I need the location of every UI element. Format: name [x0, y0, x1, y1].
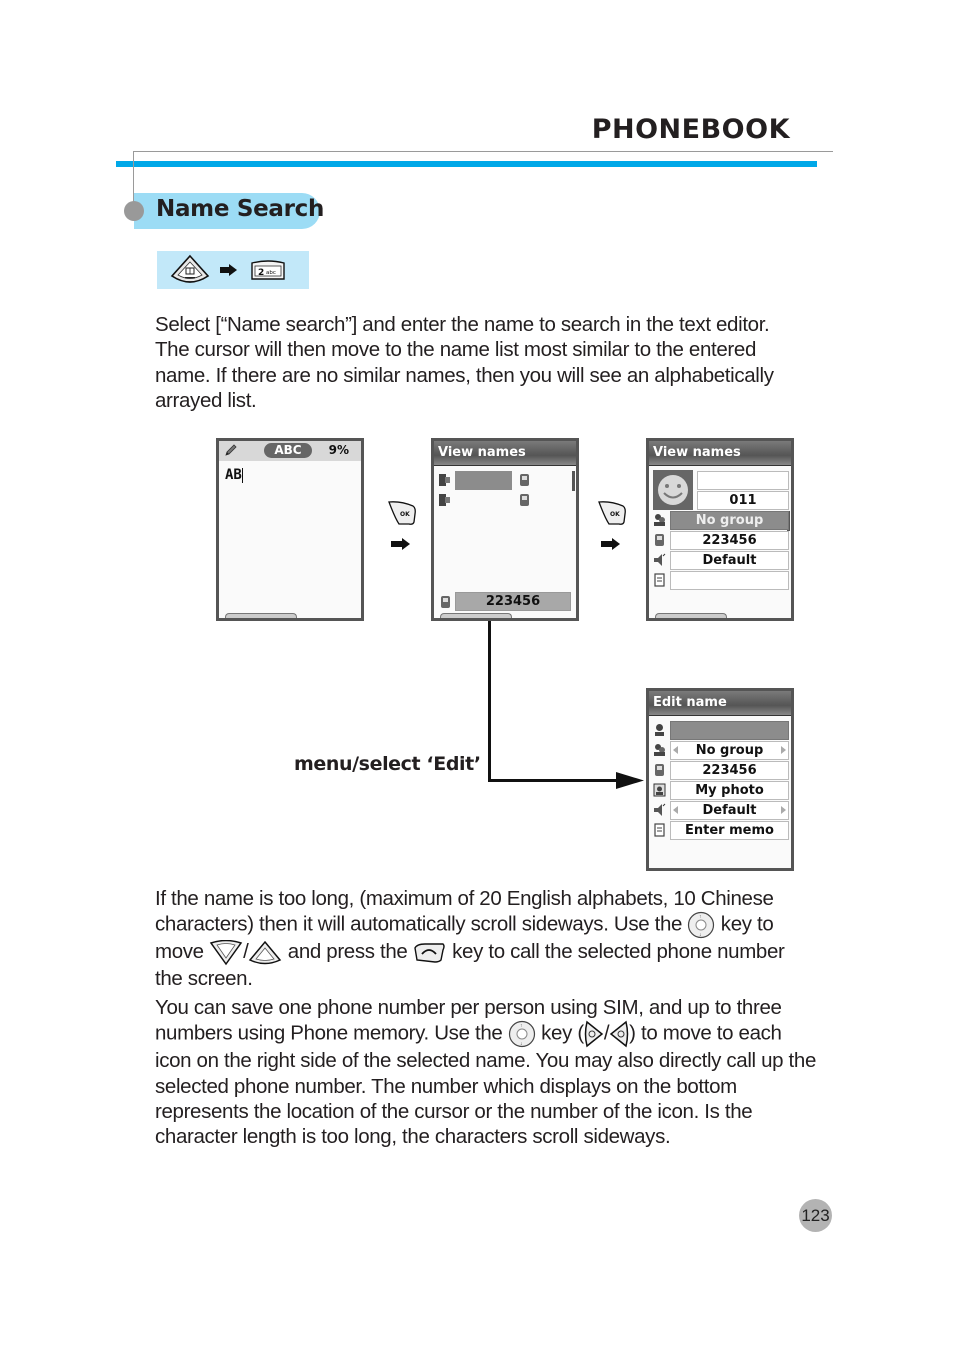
mobile-phone-icon: [520, 474, 529, 486]
text-cursor: [241, 467, 243, 483]
svg-text:↑: ↑: [699, 914, 701, 920]
screen-title: View names: [649, 441, 791, 466]
down-key-icon: [249, 940, 282, 965]
name-input[interactable]: [670, 721, 789, 740]
right-arrow-icon[interactable]: [781, 806, 786, 814]
editor-input[interactable]: AB: [225, 467, 243, 483]
right-key-icon: [584, 1020, 604, 1048]
key-sequence: 2 abc: [157, 251, 309, 289]
header-thin-rule: [133, 151, 833, 152]
navigation-key-icon: ↑↓: [508, 1021, 535, 1048]
phone-number-input[interactable]: 223456: [670, 761, 789, 780]
input-mode-badge: ABC: [264, 443, 312, 458]
intro-paragraph: Select [“Name search”] and enter the nam…: [155, 313, 774, 412]
page-title: PHONEBOOK: [591, 114, 790, 145]
svg-text:OK: OK: [610, 511, 620, 518]
selected-name-highlight: [455, 471, 512, 490]
send-call-key-icon: [414, 943, 445, 963]
ringtone-value: Default: [702, 803, 757, 818]
flow-arrowhead-icon: [616, 772, 644, 789]
memo-icon: [654, 573, 665, 587]
scrollbar[interactable]: [572, 471, 575, 491]
photo-field[interactable]: My photo: [670, 781, 789, 800]
svg-text:2: 2: [258, 268, 264, 278]
softkey-tab[interactable]: [225, 613, 297, 618]
arrow-right-icon: [220, 264, 237, 276]
editor-input-text: AB: [225, 467, 242, 483]
page-number: 123: [799, 1199, 832, 1232]
section-title: Name Search: [156, 196, 325, 222]
softkey-tab[interactable]: [440, 613, 512, 618]
pencil-icon: [225, 444, 237, 456]
key-2-abc-icon: 2 abc: [251, 260, 285, 280]
group-icon: [654, 744, 665, 756]
flow-arrow-icon: [391, 538, 410, 550]
flow-connector-vertical: [488, 621, 491, 782]
memory-percent: 9%: [328, 443, 349, 457]
photo-icon: [653, 783, 666, 797]
left-arrow-icon[interactable]: [673, 746, 678, 754]
ringtone-icon: [654, 803, 666, 816]
ringtone-field[interactable]: Default: [670, 551, 789, 570]
ringtone-selector[interactable]: Default: [670, 801, 789, 820]
name-field: [697, 471, 789, 490]
contact-card-icon: [439, 494, 450, 506]
editor-status-bar: ABC 9%: [219, 441, 361, 461]
left-key-icon: [609, 1020, 629, 1048]
group-field[interactable]: No group: [670, 511, 789, 530]
group-selector[interactable]: No group: [670, 741, 789, 760]
right-arrow-icon[interactable]: [781, 746, 786, 754]
left-arrow-icon[interactable]: [673, 806, 678, 814]
svg-text:↑: ↑: [520, 1023, 522, 1029]
bottom-number-display: 223456: [455, 592, 571, 611]
up-key-icon: [209, 939, 243, 966]
svg-text:↓: ↓: [699, 932, 701, 938]
group-value: No group: [695, 743, 764, 758]
softkey-tab[interactable]: [655, 613, 727, 618]
scroll-paragraph: If the name is too long, (maximum of 20 …: [155, 887, 785, 990]
menu-select-edit-label: menu/select ‘Edit’: [294, 753, 481, 775]
person-icon: [655, 724, 664, 736]
group-icon: [654, 514, 665, 526]
mobile-phone-icon: [655, 534, 664, 546]
phone-number-field[interactable]: 223456: [670, 531, 789, 550]
screen-view-names-list: View names 223456: [431, 438, 579, 621]
ok-key-icon: OK: [388, 501, 416, 525]
contact-photo-smiley-icon: [653, 470, 693, 510]
mobile-phone-icon: [441, 596, 450, 608]
memo-field[interactable]: [670, 571, 789, 590]
menu-key-icon: [170, 254, 210, 283]
memo-icon: [654, 823, 665, 837]
list-item[interactable]: [434, 491, 572, 511]
location-field: 011: [697, 491, 789, 510]
contact-card-icon: [439, 474, 450, 486]
memory-paragraph: You can save one phone number per person…: [155, 996, 817, 1149]
ok-key-icon: OK: [598, 501, 626, 525]
flow-connector-horizontal: [488, 779, 618, 782]
screen-title: View names: [434, 441, 576, 466]
mobile-phone-icon: [520, 494, 529, 506]
screen-title: Edit name: [649, 691, 791, 716]
svg-text:abc: abc: [266, 270, 276, 276]
list-item[interactable]: [434, 471, 572, 491]
flow-arrow-icon: [601, 538, 620, 550]
svg-text:OK: OK: [400, 511, 410, 518]
memo-input[interactable]: Enter memo: [670, 821, 789, 840]
svg-text:↓: ↓: [520, 1041, 522, 1047]
header-blue-rule: [116, 161, 817, 167]
screen-view-names-detail: View names 011 No group 223456 Default: [646, 438, 794, 621]
screen-text-editor: ABC 9% AB: [216, 438, 364, 621]
screen-edit-name: Edit name No group 223456 My photo Defau…: [646, 688, 794, 871]
ringtone-icon: [654, 553, 666, 566]
mobile-phone-icon: [655, 764, 664, 776]
navigation-key-icon: ↑↓: [688, 912, 715, 939]
section-bullet-dot: [124, 201, 144, 221]
